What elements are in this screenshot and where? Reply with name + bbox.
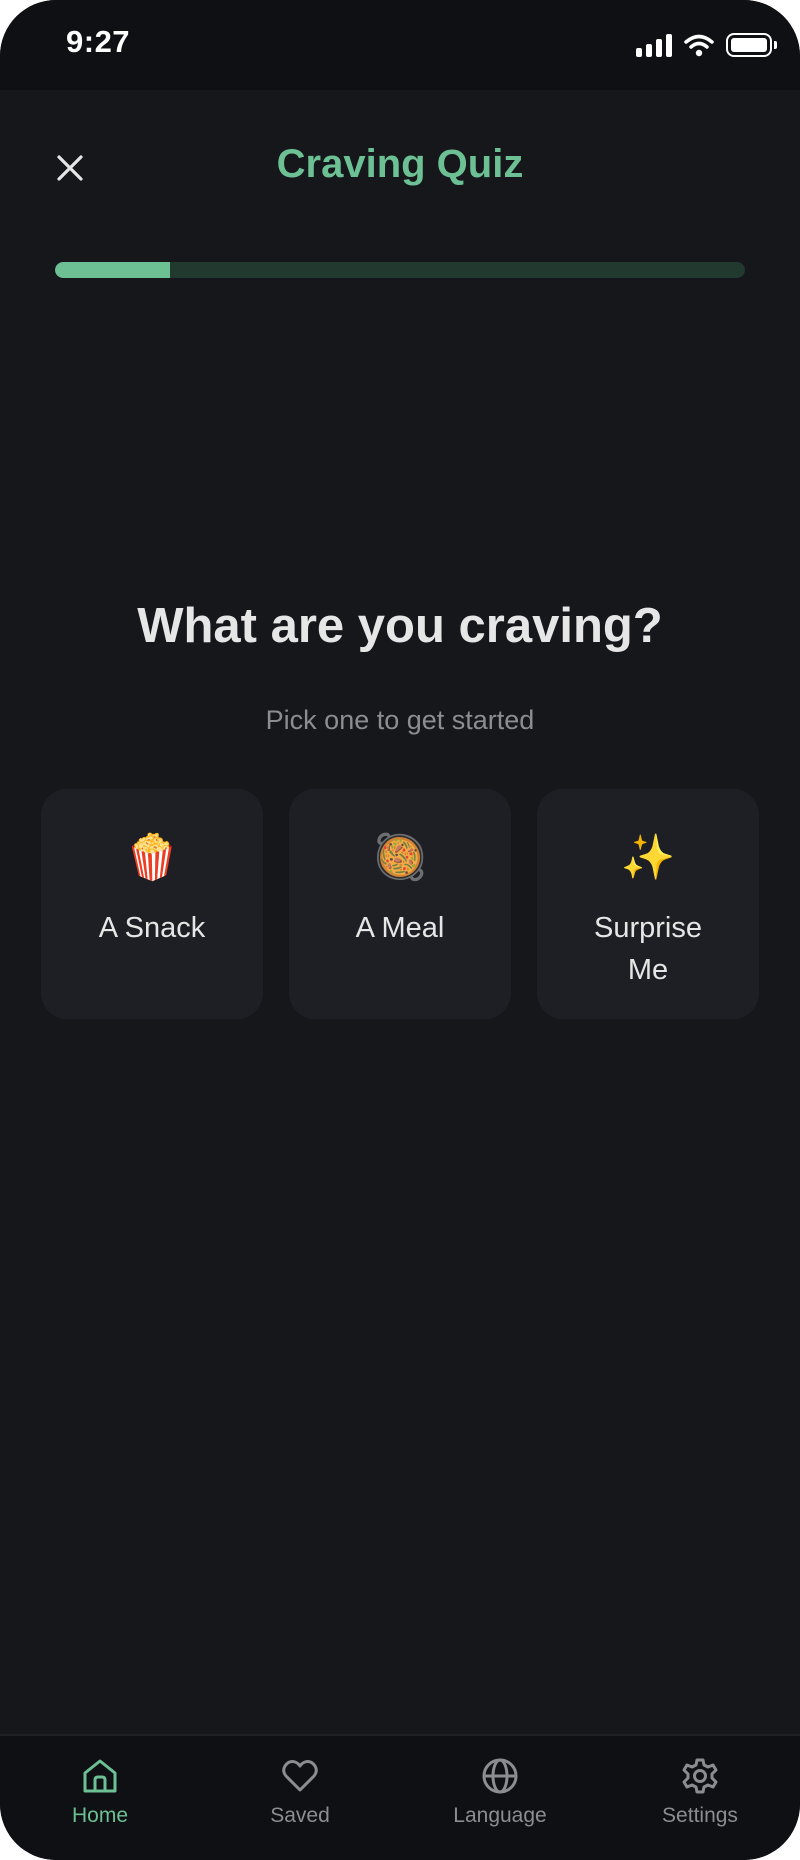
option-meal-card[interactable]: 🥘 A Meal (289, 789, 511, 1019)
paella-pan-icon: 🥘 (372, 833, 428, 882)
sparkles-icon: ✨ (620, 833, 676, 882)
battery-icon (726, 33, 777, 57)
quiz-question: What are you craving? (137, 599, 663, 653)
option-label: A Meal (355, 912, 445, 944)
signal-icon (636, 33, 672, 57)
option-snack-card[interactable]: 🍿 A Snack (41, 789, 263, 1019)
globe-icon (482, 1758, 518, 1794)
status-icons (636, 30, 777, 60)
tab-settings[interactable]: Settings (620, 1756, 780, 1828)
page-title: Craving Quiz (276, 142, 524, 186)
tab-language[interactable]: Language (420, 1756, 580, 1828)
popcorn-icon: 🍿 (124, 833, 180, 882)
tab-home[interactable]: Home (20, 1756, 180, 1828)
gear-icon (682, 1758, 718, 1794)
progress-fill (55, 262, 171, 278)
tab-label: Home (71, 1804, 129, 1827)
tab-label: Settings (662, 1804, 738, 1827)
progress-bar (55, 262, 745, 278)
quiz-screen: Craving Quiz What are you craving? Pick … (0, 90, 800, 1734)
bottom-tab-bar: Home Saved Language Settings (0, 1734, 800, 1860)
option-label: A Snack (98, 912, 206, 944)
heart-icon (282, 1760, 318, 1792)
wifi-icon (684, 34, 714, 57)
tab-label: Language (453, 1804, 547, 1827)
status-bar: 9:27 (0, 0, 800, 90)
tab-label: Saved (270, 1804, 330, 1827)
option-surprise-card[interactable]: ✨ Surprise Me (537, 789, 759, 1019)
home-icon (83, 1759, 117, 1793)
quiz-subtitle: Pick one to get started (265, 705, 535, 735)
option-list: 🍿 A Snack 🥘 A Meal ✨ Surprise Me (41, 789, 759, 1019)
phone-frame: 9:27 Craving Quiz What are you craving? … (0, 0, 800, 1860)
option-label: Surprise Me (594, 912, 702, 986)
status-time: 9:27 (66, 24, 131, 59)
tab-saved[interactable]: Saved (220, 1756, 380, 1828)
